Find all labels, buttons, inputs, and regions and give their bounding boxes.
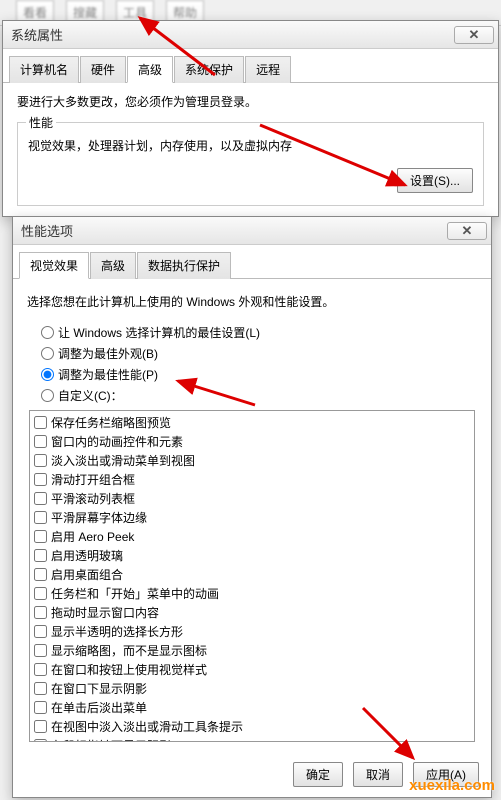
checkbox-input[interactable] [34,416,47,429]
admin-note: 要进行大多数更改，您必须作为管理员登录。 [17,93,484,110]
checklist-label: 启用桌面组合 [51,566,123,583]
close-button[interactable]: ✕ [454,26,494,44]
radio-input[interactable] [41,326,54,339]
tab-advanced[interactable]: 高级 [127,56,173,83]
tab-advanced-perf[interactable]: 高级 [90,252,136,279]
radio-option[interactable]: 调整为最佳外观(B) [41,345,477,362]
radio-option[interactable]: 自定义(C)： [41,387,477,404]
performance-legend: 性能 [26,114,56,131]
checklist-item[interactable]: 启用桌面组合 [30,565,474,584]
performance-options-title: 性能选项 [21,221,73,240]
checklist-label: 在窗口和按钮上使用视觉样式 [51,661,207,678]
tab-dep[interactable]: 数据执行保护 [137,252,231,279]
performance-settings-button[interactable]: 设置(S)... [397,168,473,193]
checklist-item[interactable]: 平滑屏幕字体边缘 [30,508,474,527]
tab-visual-effects[interactable]: 视觉效果 [19,252,89,279]
checklist-label: 启用 Aero Peek [51,528,134,545]
checkbox-input[interactable] [34,587,47,600]
checkbox-input[interactable] [34,549,47,562]
checklist-label: 在视图中淡入淡出或滑动工具条提示 [51,718,243,735]
checklist-item[interactable]: 在视图中淡入淡出或滑动工具条提示 [30,717,474,736]
checklist-label: 启用透明玻璃 [51,547,123,564]
checklist-item[interactable]: 启用 Aero Peek [30,527,474,546]
checkbox-input[interactable] [34,530,47,543]
checkbox-input[interactable] [34,606,47,619]
checklist-label: 在单击后淡出菜单 [51,699,147,716]
checklist-item[interactable]: 在鼠标指针下显示阴影 [30,736,474,742]
performance-options-titlebar[interactable]: 性能选项 ✕ [13,217,491,245]
checkbox-input[interactable] [34,511,47,524]
checklist-item[interactable]: 启用透明玻璃 [30,546,474,565]
checklist-label: 滑动打开组合框 [51,471,135,488]
performance-fieldset: 性能 视觉效果，处理器计划，内存使用，以及虚拟内存 设置(S)... [17,122,484,206]
performance-desc: 视觉效果，处理器计划，内存使用，以及虚拟内存 [28,137,473,154]
checklist-label: 任务栏和「开始」菜单中的动画 [51,585,219,602]
checklist-label: 在鼠标指针下显示阴影 [51,737,171,742]
checklist-label: 显示缩略图，而不是显示图标 [51,642,207,659]
checkbox-input[interactable] [34,663,47,676]
checklist-item[interactable]: 保存任务栏缩略图预览 [30,413,474,432]
cancel-button[interactable]: 取消 [353,762,403,787]
radio-label: 调整为最佳性能(P) [58,366,158,383]
checkbox-input[interactable] [34,492,47,505]
ok-button[interactable]: 确定 [293,762,343,787]
performance-options-window: 性能选项 ✕ 视觉效果 高级 数据执行保护 选择您想在此计算机上使用的 Wind… [12,216,492,798]
performance-options-tabs: 视觉效果 高级 数据执行保护 [13,245,491,279]
system-properties-tabs: 计算机名 硬件 高级 系统保护 远程 [3,49,498,83]
checkbox-input[interactable] [34,473,47,486]
visual-effects-desc: 选择您想在此计算机上使用的 Windows 外观和性能设置。 [27,293,477,310]
visual-effects-checklist[interactable]: 保存任务栏缩略图预览窗口内的动画控件和元素淡入淡出或滑动菜单到视图滑动打开组合框… [29,410,475,742]
checklist-label: 保存任务栏缩略图预览 [51,414,171,431]
close-button[interactable]: ✕ [447,222,487,240]
radio-input[interactable] [41,389,54,402]
checkbox-input[interactable] [34,435,47,448]
checklist-label: 淡入淡出或滑动菜单到视图 [51,452,195,469]
tab-remote[interactable]: 远程 [245,56,291,83]
checkbox-input[interactable] [34,625,47,638]
checklist-item[interactable]: 在窗口下显示阴影 [30,679,474,698]
radio-label: 自定义(C)： [58,387,123,404]
close-icon: ✕ [462,223,473,239]
checklist-label: 窗口内的动画控件和元素 [51,433,183,450]
checklist-item[interactable]: 任务栏和「开始」菜单中的动画 [30,584,474,603]
checklist-label: 平滑滚动列表框 [51,490,135,507]
radio-label: 让 Windows 选择计算机的最佳设置(L) [58,324,260,341]
checklist-item[interactable]: 滑动打开组合框 [30,470,474,489]
checklist-item[interactable]: 在窗口和按钮上使用视觉样式 [30,660,474,679]
checkbox-input[interactable] [34,701,47,714]
system-properties-body: 要进行大多数更改，您必须作为管理员登录。 性能 视觉效果，处理器计划，内存使用，… [3,83,498,216]
close-icon: ✕ [469,27,480,43]
radio-option[interactable]: 让 Windows 选择计算机的最佳设置(L) [41,324,477,341]
checklist-item[interactable]: 平滑滚动列表框 [30,489,474,508]
checklist-item[interactable]: 显示半透明的选择长方形 [30,622,474,641]
tab-system-protection[interactable]: 系统保护 [174,56,244,83]
system-properties-title: 系统属性 [11,25,63,44]
checkbox-input[interactable] [34,454,47,467]
checkbox-input[interactable] [34,568,47,581]
watermark: xuexila.com [409,777,495,794]
checklist-item[interactable]: 窗口内的动画控件和元素 [30,432,474,451]
radio-input[interactable] [41,368,54,381]
checklist-item[interactable]: 在单击后淡出菜单 [30,698,474,717]
checklist-label: 拖动时显示窗口内容 [51,604,159,621]
checklist-item[interactable]: 显示缩略图，而不是显示图标 [30,641,474,660]
checklist-label: 在窗口下显示阴影 [51,680,147,697]
checklist-item[interactable]: 拖动时显示窗口内容 [30,603,474,622]
checklist-item[interactable]: 淡入淡出或滑动菜单到视图 [30,451,474,470]
checklist-label: 显示半透明的选择长方形 [51,623,183,640]
tab-computer-name[interactable]: 计算机名 [9,56,79,83]
tab-hardware[interactable]: 硬件 [80,56,126,83]
performance-options-body: 选择您想在此计算机上使用的 Windows 外观和性能设置。 让 Windows… [13,279,491,752]
checkbox-input[interactable] [34,720,47,733]
checkbox-input[interactable] [34,682,47,695]
checkbox-input[interactable] [34,644,47,657]
checklist-label: 平滑屏幕字体边缘 [51,509,147,526]
system-properties-titlebar[interactable]: 系统属性 ✕ [3,21,498,49]
checkbox-input[interactable] [34,739,47,742]
radio-label: 调整为最佳外观(B) [58,345,158,362]
system-properties-window: 系统属性 ✕ 计算机名 硬件 高级 系统保护 远程 要进行大多数更改，您必须作为… [2,20,499,217]
radio-option[interactable]: 调整为最佳性能(P) [41,366,477,383]
radio-input[interactable] [41,347,54,360]
